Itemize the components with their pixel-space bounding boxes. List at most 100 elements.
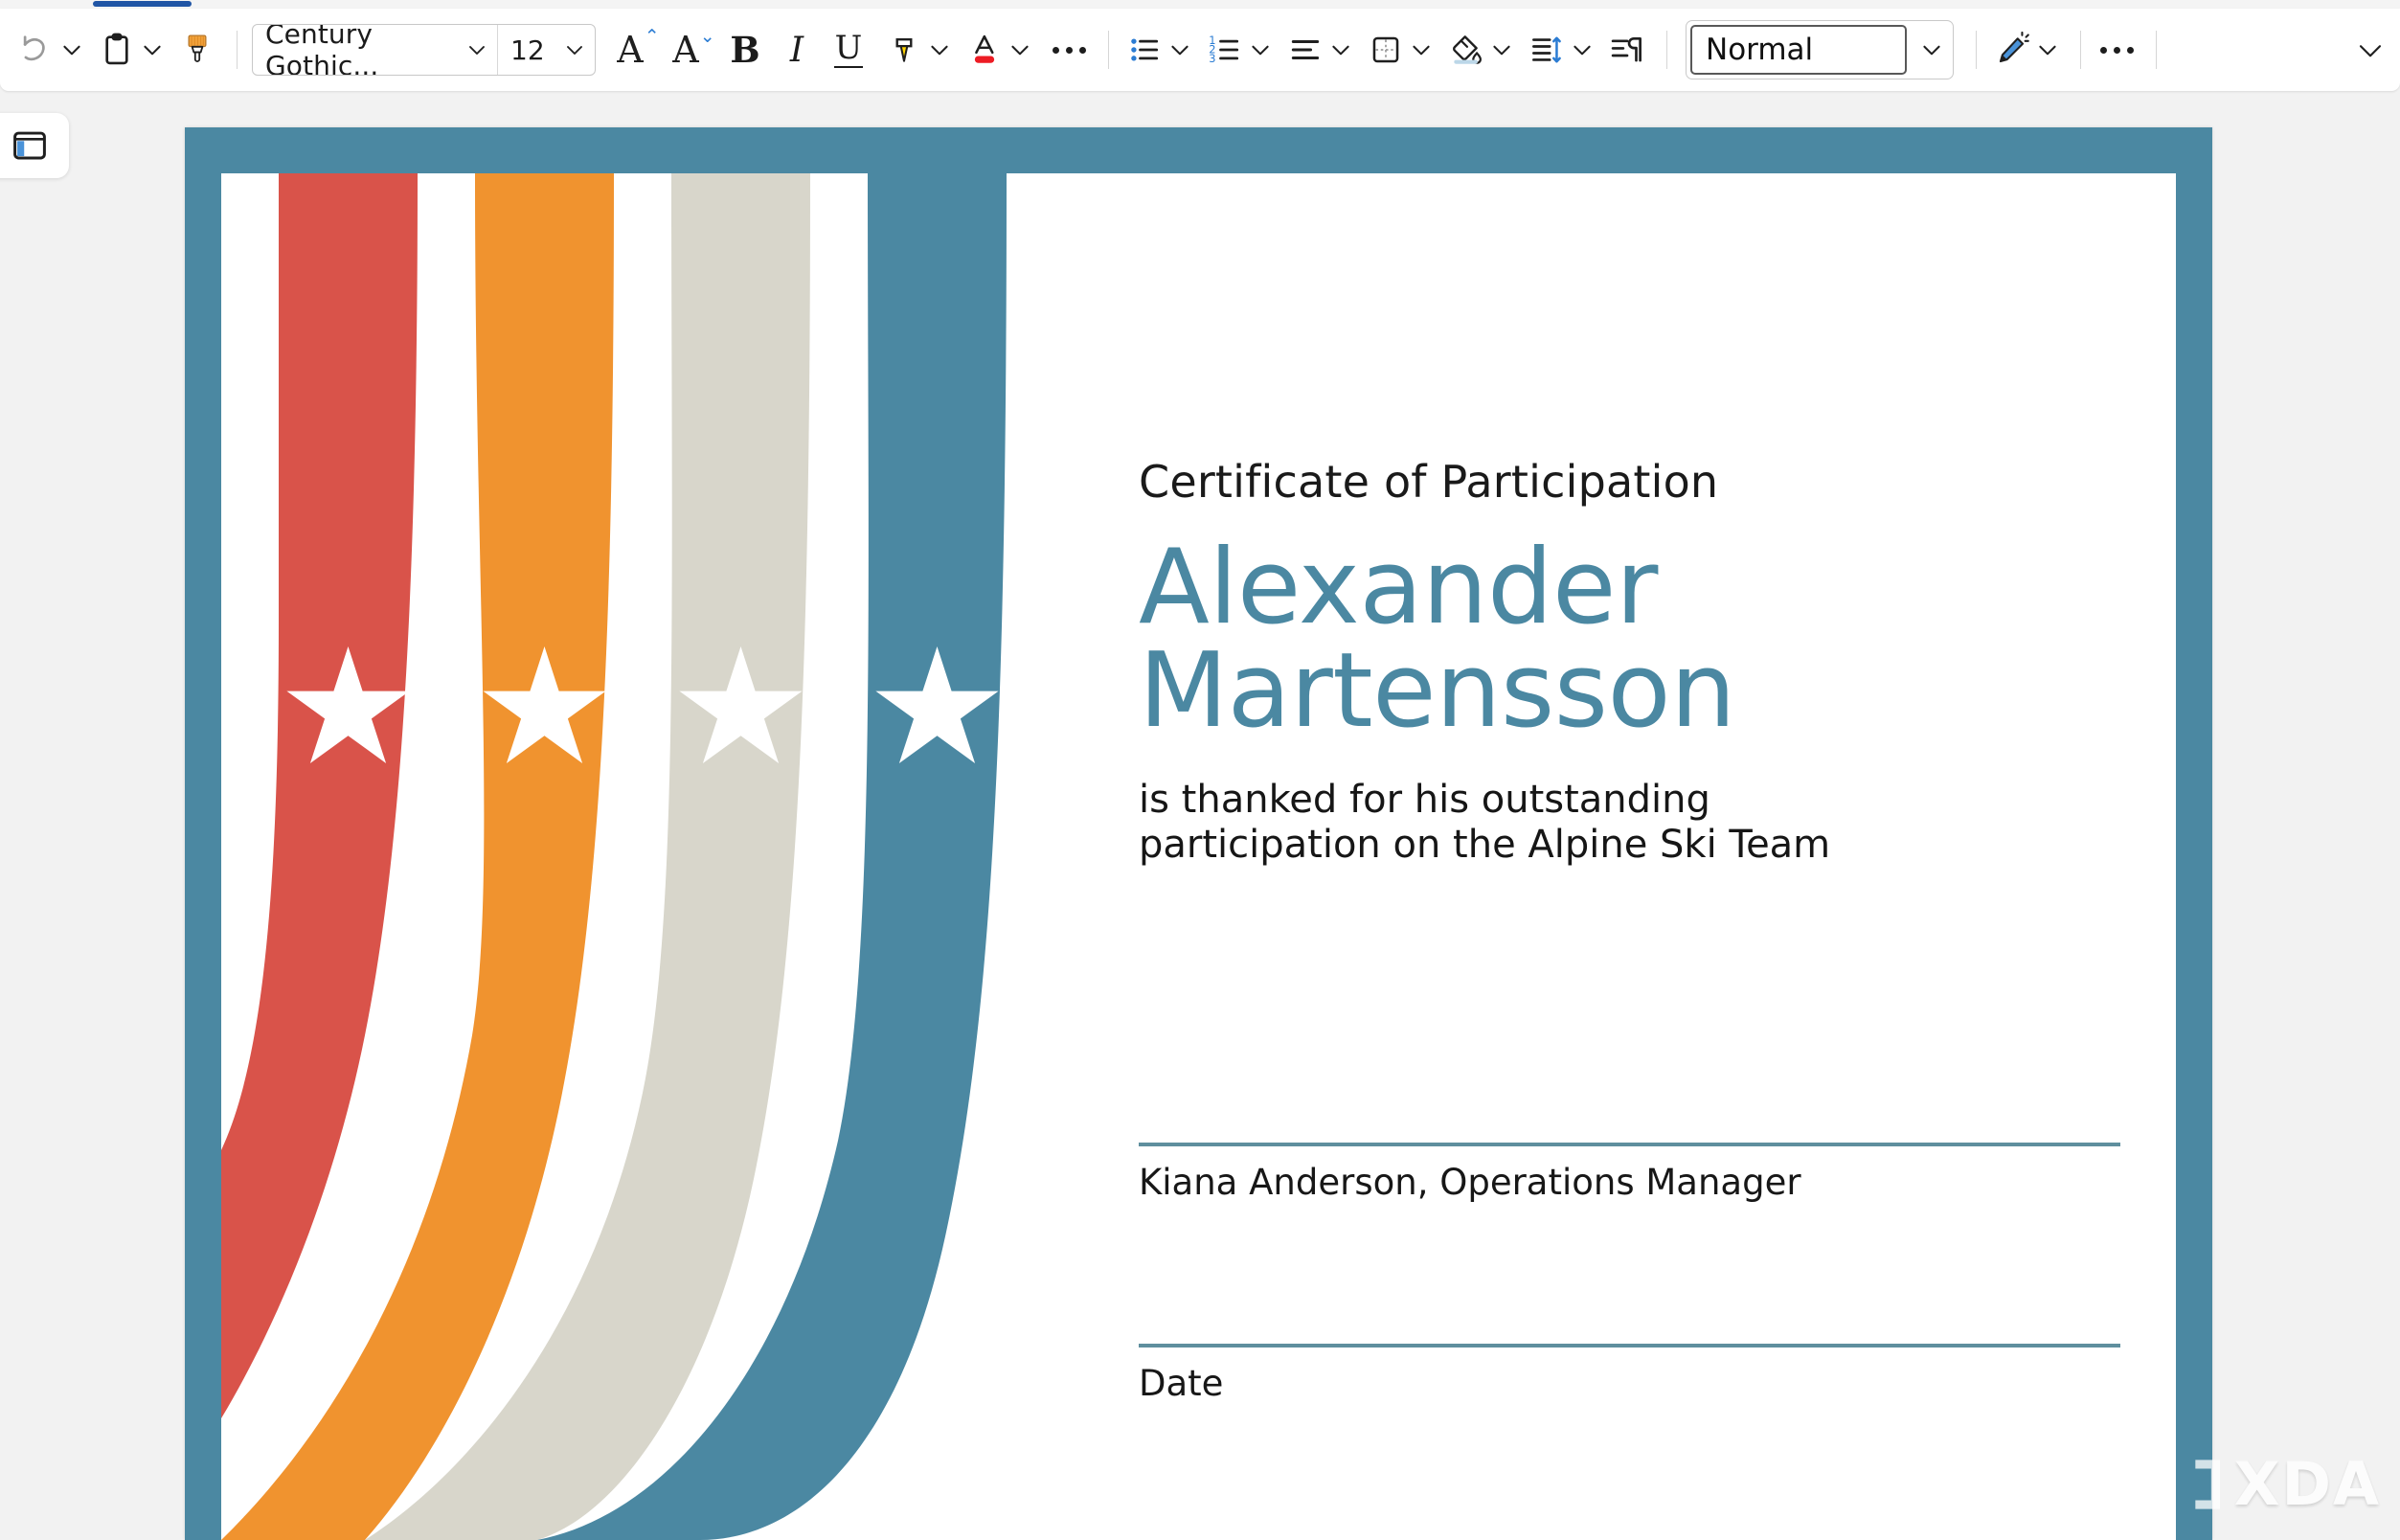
- font-more-options-button[interactable]: [1048, 23, 1090, 77]
- bold-button[interactable]: B: [724, 23, 766, 77]
- navigation-pane-icon: [10, 125, 50, 166]
- chevron-down-icon: [1570, 37, 1595, 62]
- ribbon-toolbar: Century Gothic... 12 A⌃ A⌄ B I: [0, 9, 2400, 91]
- font-color-dropdown-button[interactable]: [1006, 23, 1034, 77]
- underline-icon: U: [834, 32, 864, 68]
- xda-watermark: XDA: [2188, 1449, 2381, 1519]
- chevron-down-icon: [1248, 37, 1273, 62]
- collapse-ribbon-button[interactable]: [2356, 23, 2385, 77]
- chevron-down-icon: [1167, 37, 1192, 62]
- paintbrush-icon: [179, 32, 215, 68]
- signature-rule: [1139, 1143, 2120, 1146]
- magic-pen-icon: [1994, 32, 2030, 68]
- recipient-name-line1: Alexander: [1139, 536, 2096, 640]
- chevron-down-icon: [1328, 37, 1353, 62]
- paste-button[interactable]: [96, 23, 138, 77]
- recipient-name-line2: Martensson: [1139, 640, 2096, 743]
- navigation-pane-toggle[interactable]: [0, 113, 69, 178]
- text-highlight-button[interactable]: [883, 23, 925, 77]
- paste-dropdown-button[interactable]: [138, 23, 167, 77]
- certificate-body-line2: participation on the Alpine Ski Team: [1139, 823, 2096, 868]
- active-tab-underline[interactable]: [93, 1, 192, 7]
- more-commands-button[interactable]: [2095, 23, 2138, 77]
- font-combo: Century Gothic... 12: [252, 24, 596, 76]
- shrink-font-button[interactable]: A⌄: [665, 23, 707, 77]
- recipient-name: Alexander Martensson: [1139, 536, 2096, 743]
- font-color-icon: [966, 32, 1003, 68]
- tab-strip: [0, 0, 2400, 9]
- chevron-down-icon: [563, 38, 586, 61]
- toolbar-separator: [1108, 31, 1109, 69]
- certificate-body-text: is thanked for his outstanding participa…: [1139, 778, 2096, 868]
- certificate-text-block: Certificate of Participation Alexander M…: [1139, 456, 2096, 868]
- undo-icon: [18, 32, 55, 68]
- bullets-button[interactable]: [1123, 23, 1166, 77]
- toolbar-separator: [1666, 31, 1667, 69]
- line-spacing-dropdown-button[interactable]: [1568, 23, 1596, 77]
- chevron-down-icon: [1409, 37, 1434, 62]
- numbering-dropdown-button[interactable]: [1246, 23, 1275, 77]
- font-color-button[interactable]: [963, 23, 1006, 77]
- stripe-red: [221, 173, 418, 1418]
- certificate-body-line1: is thanked for his outstanding: [1139, 778, 2096, 823]
- signature-name: Kiana Anderson, Operations Manager: [1139, 1162, 1801, 1203]
- style-dropdown-button[interactable]: [1911, 21, 1953, 79]
- certificate-kicker: Certificate of Participation: [1139, 456, 2096, 508]
- numbering-button[interactable]: 1 2 3: [1204, 23, 1246, 77]
- font-name-dropdown-button[interactable]: [457, 25, 497, 75]
- chevron-down-icon: [1919, 37, 1944, 62]
- paint-bucket-icon: [1448, 32, 1484, 68]
- bulleted-list-icon: [1126, 32, 1163, 68]
- show-formatting-marks-button[interactable]: [1606, 23, 1648, 77]
- editor-button[interactable]: [1991, 23, 2033, 77]
- page-content-area: Certificate of Participation Alexander M…: [221, 173, 2176, 1540]
- date-label: Date: [1139, 1363, 1223, 1404]
- borders-button[interactable]: [1365, 23, 1407, 77]
- document-page[interactable]: Certificate of Participation Alexander M…: [185, 127, 2212, 1540]
- style-value[interactable]: Normal: [1690, 25, 1907, 75]
- watermark-text: XDA: [2234, 1449, 2381, 1519]
- chevron-down-icon: [1008, 37, 1032, 62]
- chevron-down-icon: [465, 38, 488, 61]
- font-size-input[interactable]: 12: [498, 25, 555, 75]
- format-painter-button[interactable]: [176, 23, 218, 77]
- font-name-input[interactable]: Century Gothic...: [253, 25, 457, 75]
- editor-dropdown-button[interactable]: [2033, 23, 2062, 77]
- highlighter-icon: [886, 32, 922, 68]
- date-rule: [1139, 1344, 2120, 1348]
- italic-button[interactable]: I: [776, 23, 818, 77]
- bullets-dropdown-button[interactable]: [1166, 23, 1194, 77]
- pilcrow-icon: [1609, 32, 1645, 68]
- numbered-list-icon: 1 2 3: [1207, 32, 1243, 68]
- font-size-dropdown-button[interactable]: [555, 25, 595, 75]
- toolbar-separator: [2156, 31, 2157, 69]
- borders-dropdown-button[interactable]: [1407, 23, 1436, 77]
- borders-icon: [1368, 32, 1404, 68]
- chevron-down-icon: [2035, 37, 2060, 62]
- align-button[interactable]: [1284, 23, 1326, 77]
- clipboard-icon: [99, 32, 135, 68]
- style-gallery-combo: Normal: [1686, 20, 1954, 79]
- chevron-down-icon: [59, 37, 84, 62]
- toolbar-separator: [2080, 31, 2081, 69]
- svg-text:3: 3: [1209, 52, 1215, 65]
- undo-button[interactable]: [15, 23, 57, 77]
- toolbar-separator: [1976, 31, 1977, 69]
- shading-dropdown-button[interactable]: [1487, 23, 1516, 77]
- chevron-down-icon: [140, 37, 165, 62]
- align-left-icon: [1287, 32, 1324, 68]
- italic-icon: I: [790, 31, 804, 70]
- underline-button[interactable]: U: [827, 23, 870, 77]
- shading-button[interactable]: [1445, 23, 1487, 77]
- bold-icon: B: [730, 29, 759, 71]
- line-spacing-button[interactable]: [1526, 23, 1568, 77]
- grow-font-button[interactable]: A⌃: [609, 23, 651, 77]
- chevron-down-icon: [2356, 35, 2385, 64]
- chevron-down-icon: [927, 37, 952, 62]
- toolbar-separator: [237, 31, 238, 69]
- ellipsis-icon: [2100, 47, 2134, 54]
- align-dropdown-button[interactable]: [1326, 23, 1355, 77]
- ellipsis-icon: [1053, 47, 1086, 54]
- text-highlight-dropdown-button[interactable]: [925, 23, 954, 77]
- undo-dropdown-button[interactable]: [57, 23, 86, 77]
